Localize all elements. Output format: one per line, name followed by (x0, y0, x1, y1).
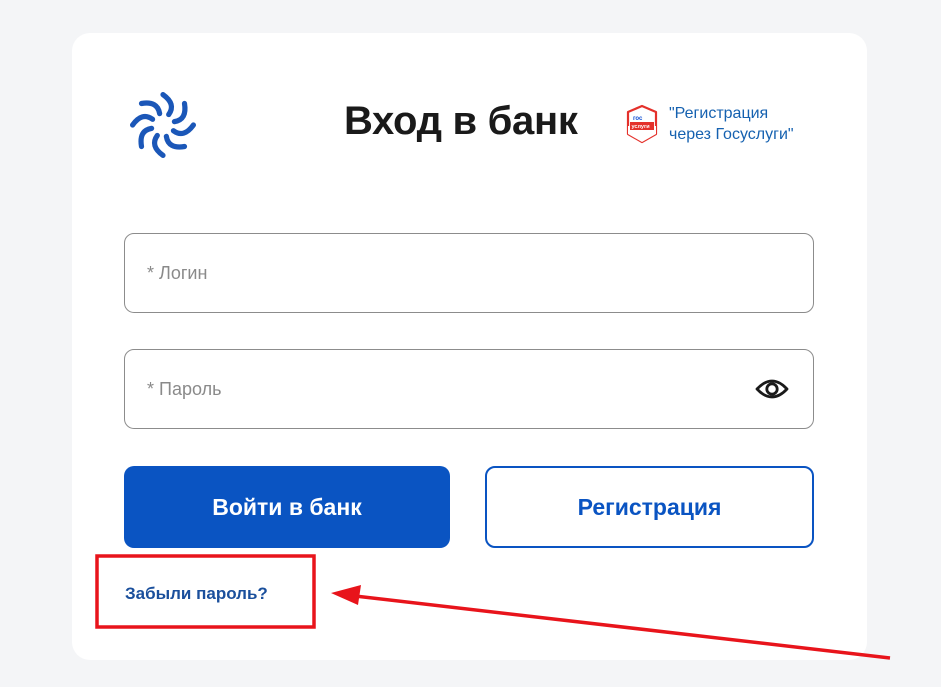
forgot-password-link[interactable]: Забыли пароль? (125, 584, 268, 604)
gosuslugi-icon: гос услуги (626, 104, 658, 144)
login-card: Вход в банк гос услуги "Регистрация чере… (72, 33, 867, 660)
login-input[interactable] (147, 234, 747, 312)
password-input[interactable] (147, 350, 747, 428)
register-button[interactable]: Регистрация (485, 466, 814, 548)
password-field[interactable] (124, 349, 814, 429)
page-title: Вход в банк (344, 99, 578, 143)
gosuslugi-badge-text-top: гос (633, 116, 643, 122)
login-button[interactable]: Войти в банк (124, 466, 450, 548)
gosuslugi-link-text[interactable]: "Регистрация через Госуслуги" (669, 103, 794, 145)
bank-logo-icon (129, 91, 197, 159)
gosuslugi-registration-link[interactable]: гос услуги "Регистрация через Госуслуги" (625, 103, 794, 145)
gosuslugi-badge-text-bottom: услуги (632, 124, 650, 130)
login-field[interactable] (124, 233, 814, 313)
eye-icon[interactable] (755, 376, 789, 402)
